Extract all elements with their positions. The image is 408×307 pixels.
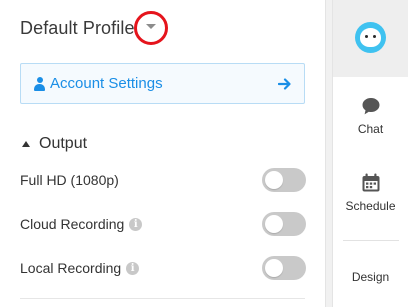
setting-label: Cloud Recording (20, 216, 125, 232)
chat-bubble-icon (362, 98, 379, 115)
rail-item-label: Schedule (345, 199, 396, 213)
profile-header: Default Profile (20, 11, 168, 45)
divider (343, 240, 399, 241)
divider (20, 298, 305, 299)
rail-item-label: Chat (357, 122, 384, 136)
avatar[interactable] (355, 22, 386, 53)
account-settings-label: Account Settings (50, 75, 163, 92)
rail-item-label: Design (351, 270, 390, 284)
account-settings-button[interactable]: Account Settings (20, 63, 305, 104)
rail-item-chat[interactable]: Chat (333, 97, 408, 136)
setting-row-cloud-recording: Cloud Recording i (20, 211, 306, 237)
local-recording-toggle[interactable] (262, 256, 306, 280)
info-icon[interactable]: i (129, 217, 143, 231)
cloud-recording-toggle[interactable] (262, 212, 306, 236)
profile-title: Default Profile (20, 17, 135, 38)
collapse-triangle-icon (22, 141, 30, 147)
avatar-face-icon (360, 28, 381, 47)
rail-item-design[interactable]: Design (333, 270, 408, 284)
calendar-icon (362, 173, 379, 192)
arrow-right-icon (278, 77, 291, 90)
rail-avatar-tab[interactable] (333, 0, 408, 77)
output-section-toggle[interactable]: Output (22, 135, 87, 153)
caret-down-icon (145, 24, 156, 29)
info-icon[interactable]: i (126, 261, 140, 275)
user-icon (34, 76, 45, 91)
setting-row-full-hd: Full HD (1080p) (20, 167, 306, 193)
output-section-title: Output (39, 135, 88, 152)
settings-panel: Default Profile Account Settings Output … (0, 0, 325, 307)
profile-dropdown-button[interactable] (133, 11, 168, 45)
app-window: Default Profile Account Settings Output … (0, 0, 408, 307)
setting-label: Local Recording (20, 260, 122, 276)
nav-rail: Chat Schedule Design (333, 0, 408, 307)
rail-item-schedule[interactable]: Schedule (333, 173, 408, 213)
full-hd-toggle[interactable] (262, 168, 306, 192)
setting-row-local-recording: Local Recording i (20, 255, 306, 281)
setting-label: Full HD (1080p) (20, 172, 119, 188)
panel-scrollbar[interactable] (325, 0, 333, 307)
